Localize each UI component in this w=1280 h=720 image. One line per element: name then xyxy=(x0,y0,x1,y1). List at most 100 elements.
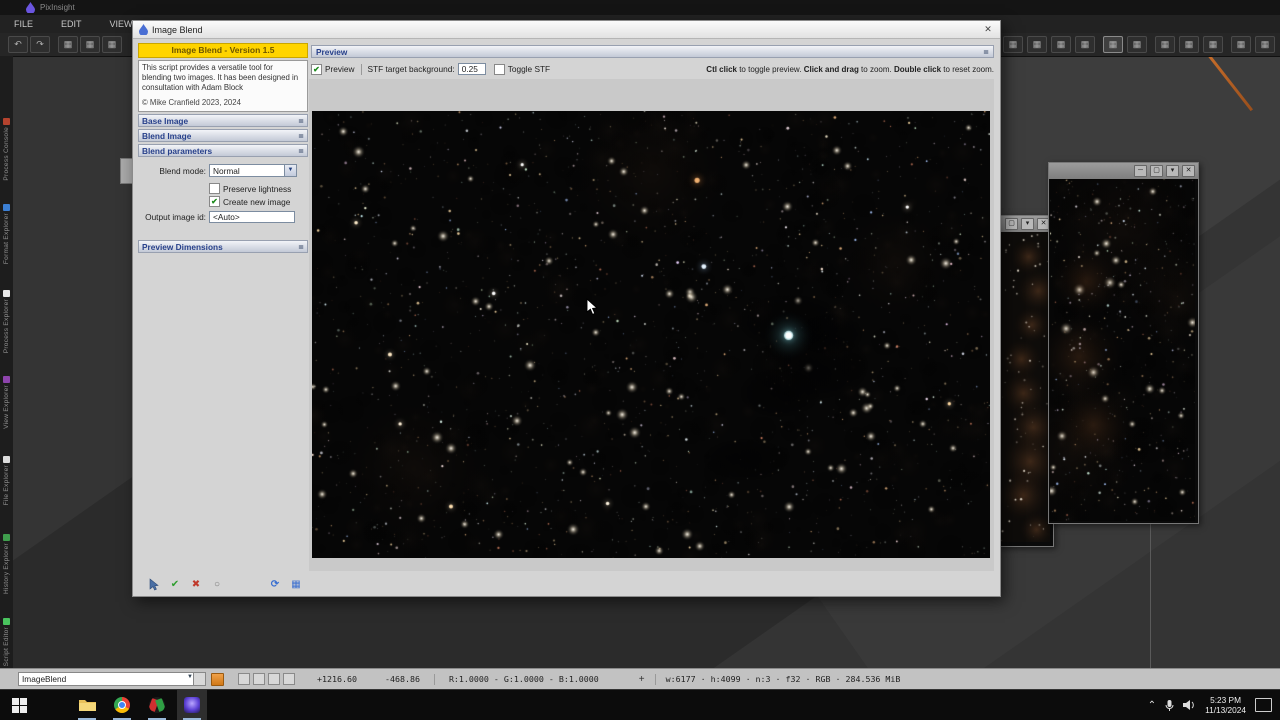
create-new-image-checkbox[interactable]: ✔ xyxy=(209,196,220,207)
panel-icon xyxy=(3,618,10,625)
toolbar-button[interactable]: ▦ xyxy=(1003,36,1023,53)
chevron-down-icon[interactable]: ▼ xyxy=(284,165,296,176)
section-preview-dimensions[interactable]: Preview Dimensions ≣ xyxy=(138,240,308,253)
close-icon[interactable]: ✕ xyxy=(1182,165,1195,177)
folder-icon xyxy=(78,700,96,711)
taskbar-file-explorer[interactable] xyxy=(72,690,102,720)
toolbar-button[interactable]: ▦ xyxy=(1051,36,1071,53)
toolbar-button[interactable]: ▦ xyxy=(1179,36,1199,53)
new-instance-button[interactable] xyxy=(147,577,161,591)
panel-icon xyxy=(3,118,10,125)
toggle-stf-label: Toggle STF xyxy=(507,64,551,74)
start-button[interactable] xyxy=(4,690,34,720)
clock[interactable]: 5:23 PM 11/13/2024 xyxy=(1205,695,1246,716)
dialog-titlebar[interactable]: Image Blend ✕ xyxy=(133,21,1000,39)
taskbar: ⌃ 5:23 PM 11/13/2024 xyxy=(0,690,1280,720)
rgb-readout: R:1.0000 - G:1.0000 - B:1.0000 xyxy=(448,674,599,684)
view-selector-button[interactable] xyxy=(193,673,205,685)
ok-button[interactable]: ✔ xyxy=(168,577,182,591)
toolbar-button[interactable]: ▦ xyxy=(80,36,100,53)
preview-section-header[interactable]: Preview ≣ xyxy=(311,45,994,58)
panel-icon xyxy=(3,290,10,297)
section-blend-image[interactable]: Blend Image ≣ xyxy=(138,129,308,142)
cursor-x-readout: +1216.60 xyxy=(317,674,357,684)
section-base-image[interactable]: Base Image ≣ xyxy=(138,114,308,127)
nebula-strip-image[interactable] xyxy=(1000,232,1050,542)
statusbar-button[interactable] xyxy=(268,673,280,685)
speaker-icon[interactable] xyxy=(1183,699,1196,711)
sidebar-item-view-explorer[interactable]: View Explorer xyxy=(0,376,13,429)
toolbar-button[interactable]: ▦ xyxy=(1155,36,1175,53)
shade-icon[interactable]: ▾ xyxy=(1166,165,1179,177)
blend-mode-select[interactable]: Normal ▼ xyxy=(209,164,297,177)
preserve-lightness-checkbox[interactable] xyxy=(209,183,220,194)
shade-icon[interactable]: ▾ xyxy=(1021,218,1034,230)
toolbar-button[interactable]: ▦ xyxy=(1255,36,1275,53)
maximize-icon[interactable]: ▢ xyxy=(1150,165,1163,177)
taskbar-chrome[interactable] xyxy=(107,690,137,720)
sidebar-item-process-explorer[interactable]: Process Explorer xyxy=(0,290,13,353)
starfield-image[interactable] xyxy=(1050,179,1195,521)
taskbar-media-app[interactable] xyxy=(142,690,172,720)
stf-target-input[interactable]: 0.25 xyxy=(457,63,486,75)
toolbar-button[interactable]: ▦ xyxy=(1027,36,1047,53)
notification-center-icon[interactable] xyxy=(1255,698,1272,712)
sidebar-item-file-explorer[interactable]: File Explorer xyxy=(0,456,13,505)
output-image-id-input[interactable]: <Auto> xyxy=(209,211,295,223)
output-image-id-label: Output image id: xyxy=(145,212,206,222)
sidebar-item-format-explorer[interactable]: Format Explorer xyxy=(0,204,13,264)
image-window-strip[interactable]: ▢ ▾ ✕ xyxy=(998,215,1054,547)
preview-checkbox[interactable]: ✔ xyxy=(311,63,322,75)
taskbar-pixinsight[interactable] xyxy=(177,690,207,720)
workspace-icon[interactable] xyxy=(211,672,224,686)
sidebar-item-script-editor[interactable]: Script Editor xyxy=(0,618,13,666)
image-window-titlebar[interactable]: ─ ▢ ▾ ✕ xyxy=(1049,163,1198,179)
sidebar-item-history-explorer[interactable]: History Explorer xyxy=(0,534,13,594)
sidebar-item-process-console[interactable]: Process Console xyxy=(0,118,13,181)
chevron-up-icon[interactable]: ⌃ xyxy=(1148,700,1156,711)
toolbar-button[interactable]: ▦ xyxy=(102,36,122,53)
menu-edit[interactable]: EDIT xyxy=(47,17,96,31)
clock-date: 11/13/2024 xyxy=(1205,705,1246,715)
redo-button[interactable]: ↷ xyxy=(30,36,50,53)
description-text: This script provides a versatile tool fo… xyxy=(142,63,299,93)
toolbar-button[interactable]: ▦ xyxy=(1075,36,1095,53)
blend-preview-image[interactable] xyxy=(312,111,990,558)
usb-device-icon[interactable] xyxy=(1165,699,1174,712)
close-icon[interactable]: ✕ xyxy=(981,23,995,36)
toolbar-button[interactable]: ▦ xyxy=(1127,36,1147,53)
statusbar-button[interactable] xyxy=(238,673,250,685)
minimize-icon[interactable]: ─ xyxy=(1134,165,1147,177)
toolbar-button[interactable]: ▦ xyxy=(58,36,78,53)
image-window-starfield[interactable]: ─ ▢ ▾ ✕ xyxy=(1048,162,1199,524)
dialog-buttons: ✔ ✖ ○ ⟳ ▦ xyxy=(147,575,303,593)
script-drop-icon xyxy=(139,24,148,35)
cancel-button[interactable]: ✖ xyxy=(189,577,203,591)
section-toggle-icon[interactable]: ≣ xyxy=(298,132,304,140)
undo-button[interactable]: ↶ xyxy=(8,36,28,53)
maximize-icon[interactable]: ▢ xyxy=(1005,218,1018,230)
wallpaper-line xyxy=(1150,520,1151,668)
toggle-stf-checkbox[interactable] xyxy=(493,63,505,75)
panel-icon xyxy=(3,204,10,211)
section-toggle-icon[interactable]: ≣ xyxy=(298,147,304,155)
section-toggle-icon[interactable]: ≣ xyxy=(983,48,989,56)
section-blend-parameters[interactable]: Blend parameters ≣ xyxy=(138,144,308,157)
help-button[interactable]: ○ xyxy=(210,577,224,591)
refresh-button[interactable]: ⟳ xyxy=(268,577,282,591)
reset-button[interactable]: ▦ xyxy=(289,577,303,591)
desktop: PixInsight FILE EDIT VIEW ↶ ↷ ▦ ▦ ▦ ▦ ▦ … xyxy=(0,0,1280,720)
toolbar-button[interactable]: ▦ xyxy=(1231,36,1251,53)
toolbar-button-active[interactable]: ▦ xyxy=(1103,36,1123,53)
pixinsight-icon xyxy=(184,697,200,713)
preview-controls: ✔ Preview STF target background: 0.25 To… xyxy=(311,61,994,77)
separator xyxy=(654,673,656,685)
section-toggle-icon[interactable]: ≣ xyxy=(298,117,304,125)
statusbar-button[interactable] xyxy=(283,673,295,685)
toolbar-button[interactable]: ▦ xyxy=(1203,36,1223,53)
section-toggle-icon[interactable]: ≣ xyxy=(298,243,304,251)
view-selector[interactable]: ImageBlend ▼ xyxy=(18,672,206,686)
image-window-titlebar[interactable]: ▢ ▾ ✕ xyxy=(999,216,1053,232)
menu-file[interactable]: FILE xyxy=(0,17,47,31)
statusbar-button[interactable] xyxy=(253,673,265,685)
